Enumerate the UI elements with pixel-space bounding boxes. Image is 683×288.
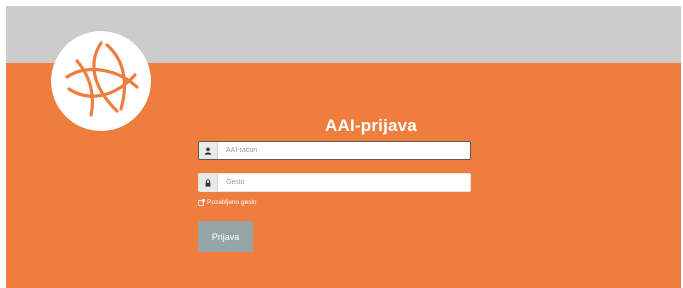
external-link-icon <box>198 199 205 206</box>
username-input[interactable] <box>218 142 470 159</box>
forgot-password-link[interactable]: Pozabljeno geslo <box>198 199 257 206</box>
lock-icon <box>199 174 218 191</box>
user-icon <box>199 142 218 159</box>
password-input[interactable] <box>218 174 470 191</box>
password-field[interactable] <box>198 173 471 192</box>
aai-logo <box>51 31 151 131</box>
username-field[interactable] <box>198 141 471 160</box>
page-background: AAI-prijava Pozabljeno geslo Prijava <box>6 6 681 288</box>
aai-swirl-logo-icon <box>65 41 139 117</box>
login-button[interactable]: Prijava <box>198 221 253 252</box>
page-title: AAI-prijava <box>325 116 417 135</box>
forgot-password-label: Pozabljeno geslo <box>207 199 257 206</box>
